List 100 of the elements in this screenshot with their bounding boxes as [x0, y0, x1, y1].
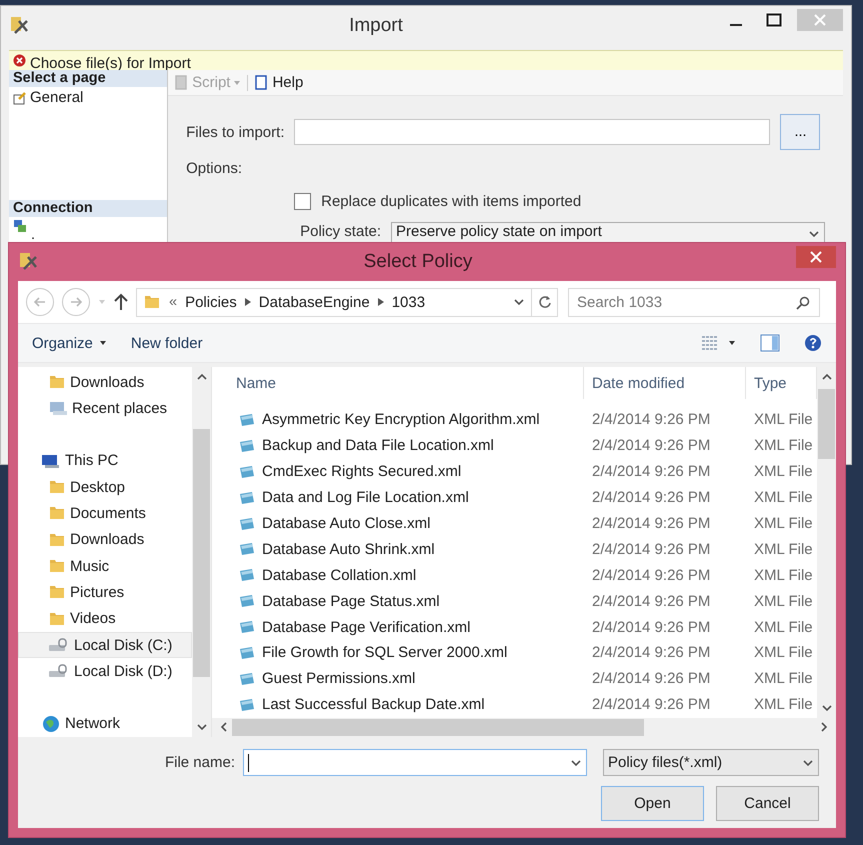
- nav-item[interactable]: Local Disk (D:): [18, 658, 192, 685]
- policy-file-icon: [238, 619, 256, 636]
- file-name[interactable]: Database Auto Close.xml: [212, 515, 584, 532]
- nav-item[interactable]: Downloads: [18, 369, 192, 396]
- policy-file-icon: [238, 670, 256, 687]
- recent-locations-icon[interactable]: [98, 299, 106, 305]
- nav-item[interactable]: Music: [18, 552, 192, 580]
- recent-places-icon: [48, 399, 68, 418]
- file-type-cell-text: XML File: [753, 618, 814, 636]
- file-name[interactable]: Database Auto Shrink.xml: [212, 540, 584, 558]
- refresh-button[interactable]: [532, 288, 558, 316]
- file-type-cell-text: XML File: [753, 411, 814, 428]
- date-modified-cell-text: 2/4/2014 9:26 PM: [591, 411, 712, 428]
- file-type-cell-text: XML File: [753, 670, 814, 688]
- file-name[interactable]: Asymmetric Key Encryption Algorithm.xml: [212, 411, 584, 428]
- close-button[interactable]: [796, 246, 836, 268]
- date-modified-cell-text: 2/4/2014 9:26 PM: [591, 670, 712, 688]
- file-type-cell-text: XML File: [753, 489, 814, 506]
- search-icon: [796, 296, 810, 310]
- new-folder-button[interactable]: New folder: [130, 334, 203, 352]
- nav-item[interactable]: This PC: [18, 448, 192, 474]
- file-type-cell-text: XML File: [753, 515, 814, 532]
- nav-item[interactable]: Local Disk (C:): [18, 632, 192, 658]
- file-name-field[interactable]: [243, 749, 587, 776]
- scrollbar-thumb[interactable]: [193, 429, 210, 677]
- files-input-field[interactable]: [294, 119, 770, 145]
- nav-item[interactable]: Documents: [18, 500, 192, 527]
- file-type-cell-text: XML File: [753, 437, 814, 454]
- overflow-marker: «: [169, 294, 178, 310]
- policy-file-icon: [238, 412, 256, 428]
- search-field[interactable]: Search 1033: [568, 288, 820, 316]
- up-arrow-icon[interactable]: [114, 293, 128, 311]
- forward-arrow-icon: [69, 295, 83, 309]
- file-type-cell-text: XML File: [753, 696, 814, 714]
- window-title: Import: [348, 15, 404, 37]
- back-button[interactable]: [26, 288, 54, 316]
- organize-menu[interactable]: Organize: [32, 334, 107, 352]
- file-name[interactable]: Guest Permissions.xml: [212, 670, 584, 688]
- forward-button[interactable]: [62, 288, 90, 316]
- nav-item[interactable]: Network: [18, 710, 192, 737]
- dialog-button[interactable]: Open: [601, 786, 704, 821]
- nav-item[interactable]: Desktop: [18, 474, 192, 500]
- column-header[interactable]: Name: [212, 367, 584, 399]
- policy-file-icon: [238, 593, 256, 610]
- file-name[interactable]: Database Page Status.xml: [212, 592, 584, 610]
- dialog-button[interactable]: Cancel: [716, 786, 819, 821]
- separator-arrow-icon: [244, 298, 251, 306]
- date-modified-cell-text: 2/4/2014 9:26 PM: [591, 489, 712, 506]
- file-name[interactable]: File Growth for SQL Server 2000.xml: [212, 644, 584, 662]
- file-type-cell-text: XML File: [753, 540, 814, 558]
- date-modified-cell-text: 2/4/2014 9:26 PM: [591, 540, 712, 558]
- folder-icon: [143, 293, 161, 311]
- page-item[interactable]: General: [9, 87, 168, 108]
- checkbox[interactable]: [294, 192, 312, 210]
- scrollbar-thumb[interactable]: [818, 389, 835, 459]
- column-header[interactable]: Date modified: [584, 367, 746, 399]
- nav-item[interactable]: Videos: [18, 606, 192, 632]
- date-modified-cell-text: 2/4/2014 9:26 PM: [591, 437, 712, 454]
- nav-item[interactable]: Recent places: [18, 395, 192, 422]
- file-type-select[interactable]: Policy files(*.xml): [603, 749, 819, 776]
- dialog-title: Select Policy: [362, 251, 474, 273]
- policy-file-icon: [238, 464, 256, 480]
- dropdown-arrow-icon: [98, 340, 107, 346]
- page-icon: [13, 90, 27, 104]
- view-list-icon[interactable]: [700, 334, 720, 352]
- dropdown-arrow-icon[interactable]: [728, 340, 736, 346]
- file-name[interactable]: Database Page Verification.xml: [212, 618, 584, 636]
- scrollbar-thumb[interactable]: [232, 718, 644, 736]
- checkbox-label: Replace duplicates with items imported: [321, 192, 582, 210]
- separator-arrow-icon: [378, 298, 384, 306]
- date-modified-cell-text: 2/4/2014 9:26 PM: [591, 566, 712, 584]
- close-icon: [814, 14, 826, 26]
- file-type-cell-text: XML File: [753, 644, 814, 662]
- field-label: Files to import:: [186, 124, 284, 140]
- nav-item[interactable]: Downloads: [18, 526, 192, 553]
- help-book-icon: [254, 75, 270, 90]
- file-name[interactable]: CmdExec Rights Secured.xml: [212, 463, 584, 480]
- refresh-icon: [538, 295, 552, 309]
- toolbar-button[interactable]: Help: [252, 74, 306, 91]
- browse-button[interactable]: ...: [780, 114, 820, 150]
- date-modified-cell-text: 2/4/2014 9:26 PM: [591, 592, 712, 610]
- maximize-icon: [766, 13, 782, 27]
- file-type-cell-text: XML File: [753, 566, 814, 584]
- preview-pane-icon[interactable]: [760, 334, 780, 352]
- date-modified-cell-text: 2/4/2014 9:26 PM: [591, 696, 712, 714]
- file-name[interactable]: Last Successful Backup Date.xml: [212, 696, 584, 714]
- file-name[interactable]: Data and Log File Location.xml: [212, 489, 584, 506]
- file-name[interactable]: Backup and Data File Location.xml: [212, 437, 584, 454]
- help-icon[interactable]: [804, 334, 822, 352]
- nav-item[interactable]: Pictures: [18, 579, 192, 606]
- scrollbar[interactable]: [212, 718, 836, 737]
- breadcrumb-item[interactable]: Policies: [185, 294, 237, 310]
- breadcrumb-item[interactable]: DatabaseEngine: [258, 294, 370, 310]
- address-bar[interactable]: « Policies DatabaseEngine 1033: [136, 288, 532, 316]
- breadcrumb-item[interactable]: 1033: [392, 294, 426, 310]
- file-type-cell-text: XML File: [753, 463, 814, 480]
- field-label: File name:: [164, 754, 235, 771]
- file-name[interactable]: Database Collation.xml: [212, 566, 584, 584]
- field-label: Options:: [186, 160, 242, 176]
- connection-name: .: [30, 227, 36, 243]
